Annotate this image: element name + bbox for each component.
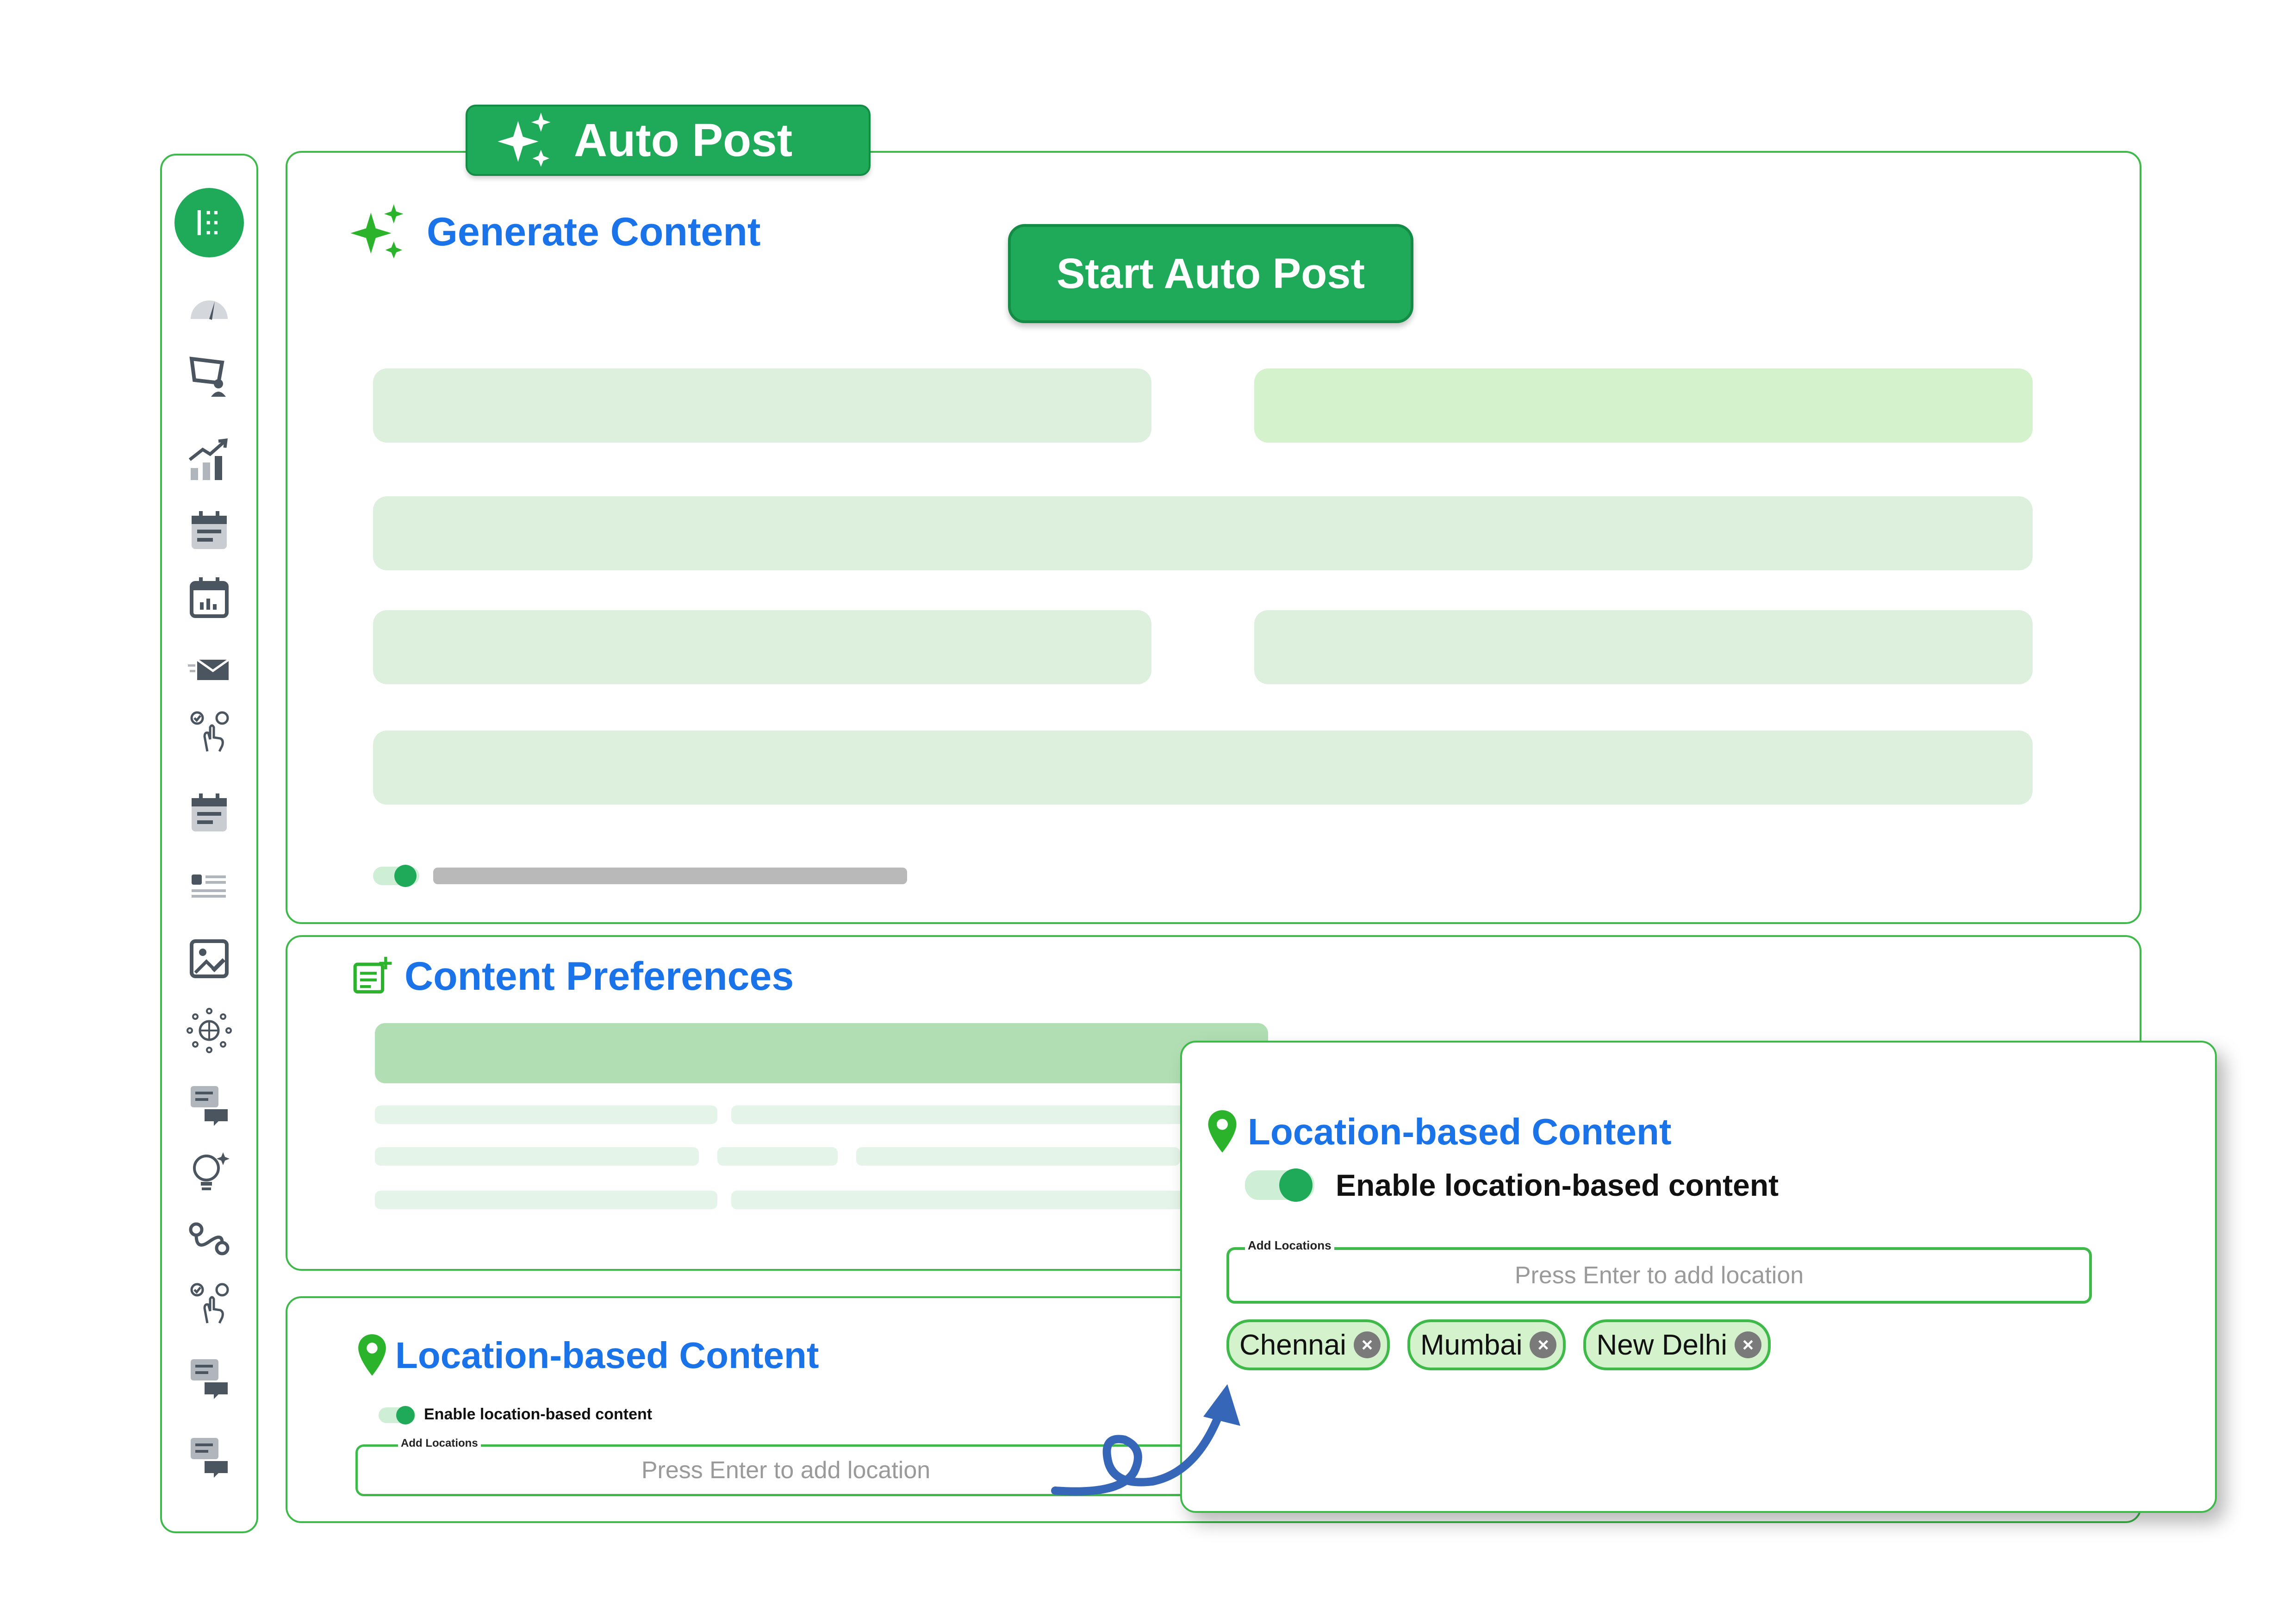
grid-menu-icon[interactable] [174,188,244,257]
list-layout-icon[interactable] [184,859,235,910]
location-pin-icon [1207,1109,1238,1155]
gauge-icon[interactable] [184,281,235,331]
location-chip[interactable]: Chennai × [1226,1319,1390,1370]
placeholder-line [731,1106,1194,1124]
user-board-icon[interactable] [184,350,235,401]
close-icon[interactable]: × [1353,1331,1381,1358]
chip-label: Mumbai [1420,1329,1523,1361]
placeholder-line [717,1147,838,1166]
popup-add-location-placeholder: Press Enter to add location [1514,1262,1804,1289]
mail-send-icon[interactable] [184,642,235,693]
placeholder-field[interactable] [373,610,1151,684]
start-auto-post-button[interactable]: Start Auto Post [1008,224,1413,323]
location-chips: Chennai × Mumbai × New Delhi × [1226,1319,1771,1370]
chat-icon[interactable] [184,1352,235,1403]
placeholder-line [856,1147,1180,1166]
placeholder-field[interactable] [1254,369,2033,443]
tap-check-icon[interactable] [184,1278,235,1329]
content-preferences-header: Content Preferences [352,954,794,999]
tap-check-icon[interactable] [184,706,235,757]
popup-toggle-label: Enable location-based content [1336,1168,1779,1202]
popup-title: Location-based Content [1248,1111,1672,1152]
placeholder-field[interactable] [373,731,2033,805]
chat-icon[interactable] [184,1431,235,1482]
add-location-legend: Add Locations [398,1437,481,1450]
close-icon[interactable]: × [1530,1331,1557,1358]
popup-header: Location-based Content [1207,1109,1672,1155]
placeholder-field[interactable] [1254,610,2033,684]
chat-icon[interactable] [184,1079,235,1130]
calendar-list-icon[interactable] [184,505,235,556]
growth-chart-icon[interactable] [184,433,235,484]
note-add-icon [352,956,393,998]
close-icon[interactable]: × [1735,1331,1762,1358]
calendar-stats-icon[interactable] [184,572,235,623]
location-chip[interactable]: New Delhi × [1583,1319,1771,1370]
placeholder-label [433,868,907,884]
placeholder-field[interactable] [373,496,2033,570]
image-edit-icon[interactable] [184,933,235,984]
curly-arrow-icon [1051,1384,1240,1496]
calendar-list-icon[interactable] [184,787,235,838]
generate-content-title: Generate Content [427,209,761,254]
add-location-placeholder: Press Enter to add location [641,1457,931,1484]
popup-location-toggle[interactable] [1245,1168,1314,1202]
placeholder-toggle[interactable] [373,865,419,887]
placeholder-field[interactable] [375,1023,1268,1083]
popup-add-location-legend: Add Locations [1245,1238,1334,1253]
chip-label: New Delhi [1596,1329,1728,1361]
placeholder-line [731,1191,1194,1209]
generate-content-header: Generate Content [348,202,761,262]
location-toggle-label: Enable location-based content [424,1405,653,1423]
location-pin-icon [357,1333,387,1378]
placeholder-line [375,1147,699,1166]
location-toggle[interactable] [379,1406,416,1424]
location-content-header: Location-based Content [357,1333,819,1378]
placeholder-line [375,1106,717,1124]
placeholder-field[interactable] [373,369,1151,443]
route-icon[interactable] [184,1213,235,1264]
placeholder-line [375,1191,717,1209]
auto-post-label: Auto Post [574,114,793,166]
popup-add-location-input[interactable]: Press Enter to add location [1226,1247,2092,1304]
location-content-title: Location-based Content [395,1335,819,1376]
sparkles-icon [348,202,408,262]
sidebar [160,154,258,1533]
sparkles-icon [495,110,555,170]
idea-bulb-icon[interactable] [184,1146,235,1197]
chip-label: Chennai [1239,1329,1346,1361]
location-chip[interactable]: Mumbai × [1407,1319,1566,1370]
auto-post-tab[interactable]: Auto Post [466,105,871,176]
network-globe-icon[interactable] [184,1005,235,1056]
content-preferences-title: Content Preferences [404,954,794,999]
